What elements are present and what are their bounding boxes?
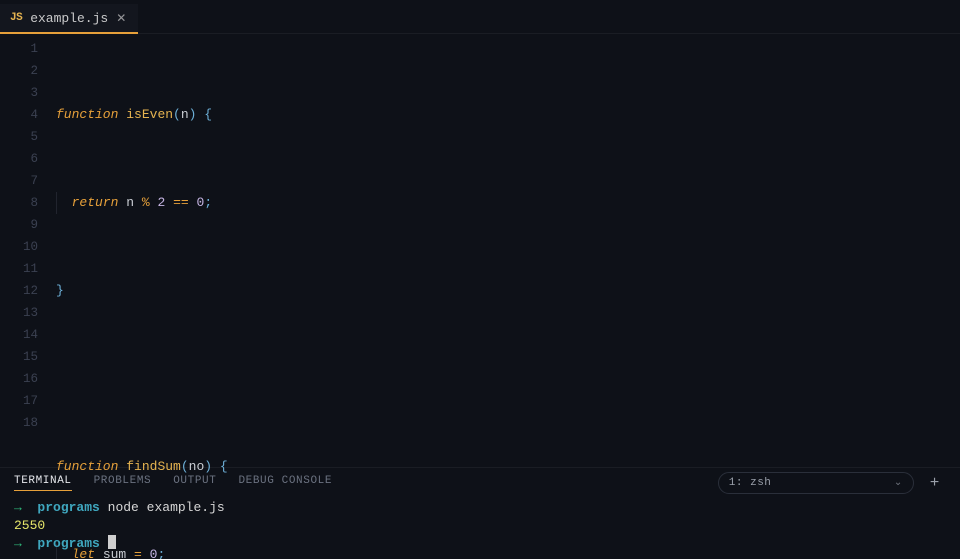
line-number: 1 <box>0 38 38 60</box>
line-number: 17 <box>0 390 38 412</box>
prompt-arrow-icon: → <box>14 536 22 551</box>
line-number: 6 <box>0 148 38 170</box>
line-number: 16 <box>0 368 38 390</box>
terminal-line: 2550 <box>14 517 946 535</box>
chevron-down-icon: ⌄ <box>894 477 903 489</box>
line-number-gutter: 1 2 3 4 5 6 7 8 9 10 11 12 13 14 15 16 1… <box>0 38 56 467</box>
line-number: 10 <box>0 236 38 258</box>
code-line: function isEven(n) { <box>56 104 960 126</box>
line-number: 2 <box>0 60 38 82</box>
js-file-icon: JS <box>10 12 22 24</box>
line-number: 4 <box>0 104 38 126</box>
close-icon[interactable]: ✕ <box>116 11 126 26</box>
line-number: 7 <box>0 170 38 192</box>
editor-tab-bar: JS example.js ✕ <box>0 0 960 34</box>
code-line: function findSum(no) { <box>56 456 960 478</box>
code-editor[interactable]: 1 2 3 4 5 6 7 8 9 10 11 12 13 14 15 16 1… <box>0 34 960 467</box>
terminal-output: 2550 <box>14 518 45 533</box>
terminal-command: node example.js <box>108 500 225 515</box>
terminal-line: → programs node example.js <box>14 499 946 517</box>
code-line: let sum = 0; <box>56 544 960 559</box>
line-number: 15 <box>0 346 38 368</box>
code-line <box>56 368 960 390</box>
code-area[interactable]: function isEven(n) { return n % 2 == 0; … <box>56 38 960 467</box>
line-number: 14 <box>0 324 38 346</box>
line-number: 8 <box>0 192 38 214</box>
prompt-cwd: programs <box>37 500 99 515</box>
code-line: } <box>56 280 960 302</box>
tab-filename: example.js <box>30 11 108 26</box>
line-number: 11 <box>0 258 38 280</box>
line-number: 18 <box>0 412 38 434</box>
line-number: 13 <box>0 302 38 324</box>
line-number: 5 <box>0 126 38 148</box>
line-number: 9 <box>0 214 38 236</box>
shell-select-value: 1: zsh <box>729 477 772 489</box>
code-line: return n % 2 == 0; <box>56 192 960 214</box>
editor-tab-example-js[interactable]: JS example.js ✕ <box>0 4 138 34</box>
line-number: 3 <box>0 82 38 104</box>
prompt-arrow-icon: → <box>14 500 22 515</box>
line-number: 12 <box>0 280 38 302</box>
